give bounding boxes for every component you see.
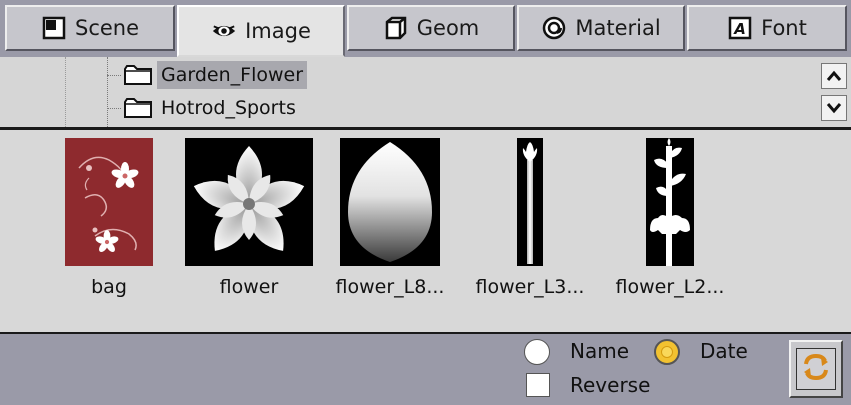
scroll-up-button[interactable] <box>821 63 847 89</box>
reverse-label: Reverse <box>570 373 651 397</box>
tree-item-garden-flower[interactable]: Garden_Flower <box>107 60 308 90</box>
geom-icon <box>383 15 409 41</box>
refresh-button[interactable] <box>789 340 843 398</box>
thumbnail-caption: flower_L2... <box>615 276 725 298</box>
tree-item-label: Garden_Flower <box>157 61 308 89</box>
sort-date-label: Date <box>700 339 748 363</box>
thumbnail-grid: bag flower flower_L8... flower_L3... flo… <box>0 130 851 334</box>
flower-image <box>185 138 313 266</box>
scroll-down-button[interactable] <box>821 95 847 121</box>
scene-icon <box>41 15 67 41</box>
folder-icon <box>123 62 157 88</box>
tab-geom[interactable]: Geom <box>347 5 515 51</box>
thumbnail-flower-l2[interactable]: flower_L2... <box>612 138 728 298</box>
folder-icon <box>123 95 157 121</box>
sort-name-label: Name <box>570 339 630 363</box>
tab-scene[interactable]: Scene <box>5 5 175 51</box>
thumbnail-flower-l8[interactable]: flower_L8... <box>333 138 447 298</box>
tab-material[interactable]: Material <box>517 5 685 51</box>
tree-item-label: Hotrod_Sports <box>161 97 296 119</box>
petal-gradient-image <box>340 138 440 266</box>
tab-image[interactable]: Image <box>177 5 345 57</box>
sort-date-radio[interactable] <box>654 339 680 365</box>
tab-bar: Scene Image Geom Material A Font <box>0 0 851 57</box>
tree-guide-line <box>65 57 66 127</box>
thumbnail-caption: bag <box>91 276 127 298</box>
thumbnail-caption: flower_L3... <box>475 276 585 298</box>
sort-options-bar: Name Date Reverse <box>0 334 851 405</box>
thumbnail-flower[interactable]: flower <box>184 138 314 298</box>
reverse-checkbox[interactable] <box>526 373 550 397</box>
thumbnail-bag[interactable]: bag <box>64 138 154 298</box>
thumbnail-flower-l3[interactable]: flower_L3... <box>472 138 588 298</box>
material-icon <box>541 15 567 41</box>
stem-image <box>517 138 543 266</box>
bag-image <box>65 138 153 266</box>
tab-label: Geom <box>416 16 480 40</box>
font-icon: A <box>727 15 753 41</box>
sort-name-radio[interactable] <box>524 339 550 365</box>
tab-label: Image <box>245 19 311 43</box>
thumbnail-caption: flower <box>219 276 279 298</box>
chevron-down-icon <box>826 99 842 118</box>
refresh-icon <box>801 351 831 387</box>
tab-font[interactable]: A Font <box>687 5 847 51</box>
eye-icon <box>211 18 237 44</box>
svg-text:A: A <box>733 20 746 38</box>
chevron-up-icon <box>826 67 842 86</box>
tab-label: Material <box>575 16 661 40</box>
tab-label: Scene <box>74 16 140 40</box>
thumbnail-caption: flower_L8... <box>335 276 445 298</box>
tab-label: Font <box>761 16 807 40</box>
folder-tree: Garden_Flower Hotrod_Sports <box>0 57 851 130</box>
tree-item-hotrod-sports[interactable]: Hotrod_Sports <box>107 93 300 123</box>
plant-silhouette-image <box>646 138 694 266</box>
